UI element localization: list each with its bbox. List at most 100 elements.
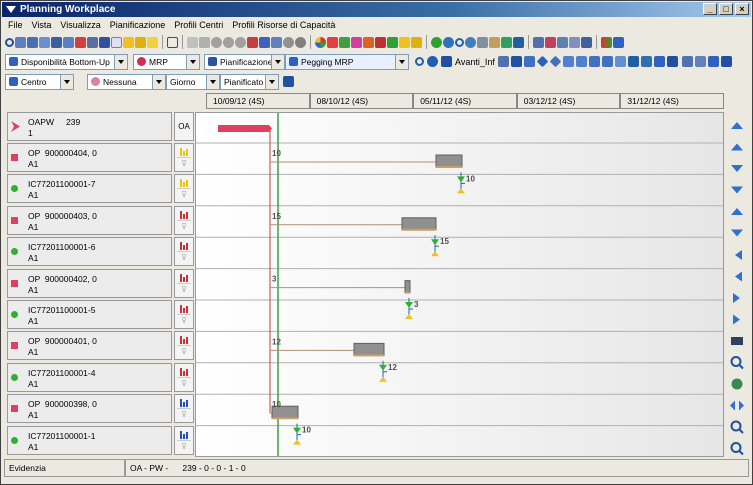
order-row-indicator[interactable]: ⊽ [174,205,194,235]
document-icon[interactable] [63,36,74,48]
menu-profili-centri[interactable]: Profili Centri [174,18,223,32]
order-row[interactable]: IC77201100001-6 A1 ⊽ [7,237,194,267]
order-row[interactable]: IC77201100001-5 A1 ⊽ [7,300,194,329]
menu-visualizza[interactable]: Visualizza [60,18,100,32]
prev-icon[interactable] [523,56,535,67]
order-row[interactable]: IC77201100001-1 A1 ⊽ [7,425,194,455]
refresh-icon[interactable] [455,37,464,47]
settings-icon[interactable] [441,56,452,67]
timeline-period[interactable]: 10/09/12 (4S) [206,93,310,109]
next-icon[interactable] [733,293,740,303]
filter-icon[interactable] [707,56,719,67]
zoom-icon[interactable] [283,36,294,48]
zoom-icon[interactable] [223,36,234,48]
mail-icon[interactable] [489,36,500,48]
lightning-icon[interactable] [123,36,134,48]
order-row-label[interactable]: OP 900000403, 0 A1 [7,205,172,235]
move-icon[interactable] [259,36,270,48]
pegging-combo[interactable]: Pegging MRP [285,53,409,70]
diamond-icon[interactable] [536,55,549,68]
list-icon[interactable] [545,36,556,48]
refresh-icon[interactable] [415,57,424,66]
order-row-indicator[interactable]: ⊽ [174,394,194,424]
lightning-icon[interactable] [147,36,158,48]
prev-icon[interactable] [562,56,574,67]
list-icon[interactable] [720,56,732,67]
grid-icon[interactable] [271,36,282,48]
chevron-down-icon[interactable] [265,74,278,89]
list-icon[interactable] [533,36,544,48]
giorno-combo[interactable]: Giorno [166,73,220,90]
last-icon[interactable] [733,314,740,325]
order-row-indicator[interactable]: ⊽ [174,331,194,361]
table-icon[interactable] [694,56,706,67]
list-icon[interactable] [569,36,580,48]
document-icon[interactable] [27,36,38,48]
order-row-label[interactable]: IC77201100001-4 A1 [7,362,172,392]
list-icon[interactable] [581,36,592,48]
link-icon[interactable] [187,36,198,48]
diamond-icon[interactable] [549,55,562,68]
menu-file[interactable]: File [8,18,23,32]
globe-icon[interactable] [731,378,743,390]
order-row[interactable]: OP 900000398, 0 A1 ⊽ [7,394,194,424]
binoculars-icon[interactable] [731,337,743,345]
mail-icon[interactable] [513,36,524,48]
collapse-down-icon[interactable] [731,229,743,237]
minimize-button[interactable]: _ [703,3,717,15]
top-icon[interactable] [731,122,743,129]
grid-icon[interactable] [640,56,652,67]
globe-icon[interactable] [443,36,454,48]
order-row-label[interactable]: IC77201100001-5 A1 [7,300,172,329]
close-button[interactable]: × [735,3,749,15]
lightning-icon[interactable] [399,36,410,48]
order-row-label[interactable]: OP 900000401, 0 A1 [7,331,172,361]
list-icon[interactable] [666,56,678,67]
order-row-indicator[interactable]: ⊽ [174,362,194,392]
list-icon[interactable] [557,36,568,48]
timeline-period[interactable]: 03/12/12 (4S) [516,93,621,109]
document-icon[interactable] [87,36,98,48]
first-icon[interactable] [735,250,742,260]
menu-profili-risorse[interactable]: Profili Risorse di Capacità [232,18,335,32]
search-icon[interactable] [5,37,14,47]
lightning-icon[interactable] [411,36,422,48]
header-row-label[interactable]: OAPW 239 1 [7,112,172,141]
header-row[interactable]: OAPW 239 1 OA [7,112,194,141]
order-row[interactable]: OP 900000404, 0 A1 ⊽ [7,143,194,172]
maximize-button[interactable]: □ [719,3,733,15]
save-icon[interactable] [283,76,294,87]
order-row-indicator[interactable]: ⊽ [174,268,194,298]
chart-icon[interactable] [351,36,362,48]
menu-vista[interactable]: Vista [32,18,52,32]
play-icon[interactable] [510,56,522,67]
order-row[interactable]: IC77201100001-7 A1 ⊽ [7,174,194,204]
order-row-indicator[interactable]: ⊽ [174,300,194,329]
mail-icon[interactable] [501,36,512,48]
order-row-label[interactable]: OP 900000404, 0 A1 [7,143,172,172]
chevron-down-icon[interactable] [206,74,219,89]
window-icon[interactable] [167,36,178,48]
order-row-label[interactable]: IC77201100001-6 A1 [7,237,172,267]
chevron-down-icon[interactable] [114,54,127,69]
user-icon[interactable] [477,36,488,48]
lightning-icon[interactable] [135,36,146,48]
order-row[interactable]: OP 900000402, 0 A1 ⊽ [7,268,194,298]
order-row[interactable]: OP 900000403, 0 A1 ⊽ [7,205,194,235]
last-icon[interactable] [601,56,613,67]
delete-icon[interactable] [247,36,258,48]
avanti-label[interactable]: Avanti_Inf [455,57,495,67]
zoom-in-icon[interactable] [730,420,744,434]
document-icon[interactable] [51,36,62,48]
globe-icon[interactable] [465,36,476,48]
expand-horizontal-icon[interactable] [730,400,744,411]
bottom-icon[interactable] [731,186,743,194]
timeline-period[interactable]: 05/11/12 (4S) [413,93,517,109]
zoom-out-icon[interactable] [235,36,246,48]
table-icon[interactable] [681,56,693,67]
filter-icon[interactable] [339,36,350,48]
order-row[interactable]: OP 900000401, 0 A1 ⊽ [7,331,194,361]
document-icon[interactable] [111,36,122,48]
filter-icon[interactable] [199,36,210,48]
target-icon[interactable] [427,56,438,67]
